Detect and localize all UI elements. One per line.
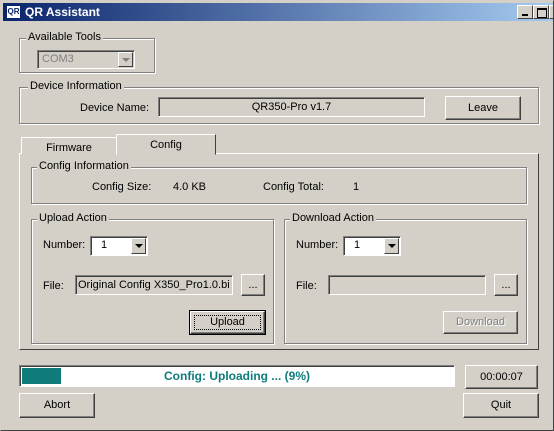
config-total-label: Config Total: <box>263 181 324 193</box>
device-information-label: Device Information <box>28 80 124 92</box>
window-title: QR Assistant <box>25 5 100 19</box>
chevron-down-icon <box>388 244 396 248</box>
elapsed-time-display: 00:00:07 <box>465 365 538 389</box>
upload-progress-bar: Config: Uploading ... (9%) <box>19 365 455 387</box>
download-number-label: Number: <box>296 239 339 251</box>
upload-number-dropdown-button[interactable] <box>131 238 146 254</box>
config-total-value: 1 <box>353 181 360 193</box>
upload-file-field[interactable]: Original Config X350_Pro1.0.bin <box>75 275 233 295</box>
focus-ring <box>194 315 261 330</box>
upload-action-label: Upload Action <box>37 212 109 224</box>
quit-button[interactable]: Quit <box>463 393 539 418</box>
download-browse-button[interactable]: ... <box>494 274 518 296</box>
minimize-button[interactable] <box>517 5 533 19</box>
download-button[interactable]: Download <box>443 311 518 334</box>
chevron-down-icon <box>135 244 143 248</box>
close-button[interactable] <box>549 5 553 19</box>
app-window: QR QR Assistant Available Tools COM3 Dev… <box>0 0 554 431</box>
tab-config[interactable]: Config <box>116 134 216 155</box>
minimize-icon <box>522 14 528 16</box>
tab-firmware-label: Firmware <box>46 142 92 154</box>
upload-number-value: 1 <box>101 239 108 251</box>
download-number-value: 1 <box>354 239 361 251</box>
config-information-label: Config Information <box>37 160 131 172</box>
chevron-down-icon <box>122 58 130 62</box>
download-file-label: File: <box>296 280 317 292</box>
device-name-value: QR350-Pro v1.7 <box>251 101 332 113</box>
config-size-label: Config Size: <box>92 181 152 193</box>
download-file-field[interactable] <box>328 275 486 295</box>
upload-file-label: File: <box>43 280 64 292</box>
port-select-value: COM3 <box>42 53 74 65</box>
upload-number-select[interactable]: 1 <box>90 236 148 256</box>
device-name-field: QR350-Pro v1.7 <box>158 97 425 117</box>
port-dropdown-button <box>118 52 133 67</box>
abort-button[interactable]: Abort <box>19 393 95 418</box>
title-bar[interactable]: QR QR Assistant <box>3 3 553 21</box>
progress-text: Config: Uploading ... (9%) <box>164 369 310 383</box>
leave-button[interactable]: Leave <box>445 96 521 120</box>
qr-app-icon: QR <box>6 5 21 19</box>
upload-file-value: Original Config X350_Pro1.0.bin <box>78 279 230 291</box>
download-action-label: Download Action <box>290 212 376 224</box>
maximize-button[interactable] <box>533 5 549 19</box>
config-size-value: 4.0 KB <box>173 181 207 193</box>
port-select: COM3 <box>37 50 135 69</box>
tab-firmware[interactable]: Firmware <box>21 137 117 154</box>
available-tools-label: Available Tools <box>26 31 103 43</box>
upload-number-label: Number: <box>43 239 86 251</box>
upload-button[interactable]: Upload <box>189 310 266 335</box>
device-name-label: Device Name: <box>80 102 150 114</box>
download-number-dropdown-button[interactable] <box>384 238 399 254</box>
download-number-select[interactable]: 1 <box>343 236 401 256</box>
tab-config-label: Config <box>150 139 182 151</box>
upload-browse-button[interactable]: ... <box>241 274 265 296</box>
maximize-icon <box>537 8 547 18</box>
